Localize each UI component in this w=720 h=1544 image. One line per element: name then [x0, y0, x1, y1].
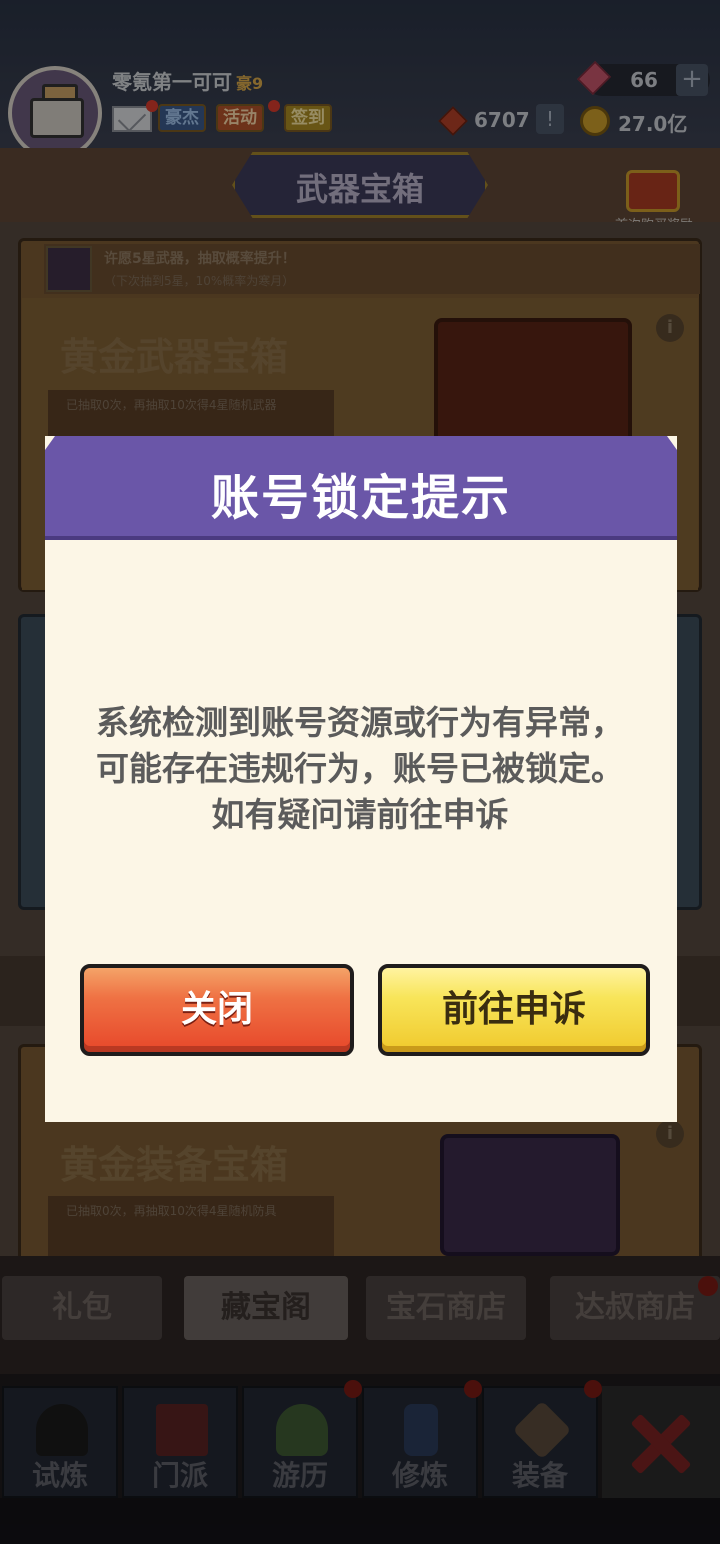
close-button[interactable]: 关闭 [80, 964, 354, 1056]
dialog-header-decoration [45, 436, 677, 450]
appeal-button[interactable]: 前往申诉 [378, 964, 650, 1056]
dialog-message: 系统检测到账号资源或行为有异常，可能存在违规行为，账号已被锁定。如有疑问请前往申… [96, 703, 624, 834]
